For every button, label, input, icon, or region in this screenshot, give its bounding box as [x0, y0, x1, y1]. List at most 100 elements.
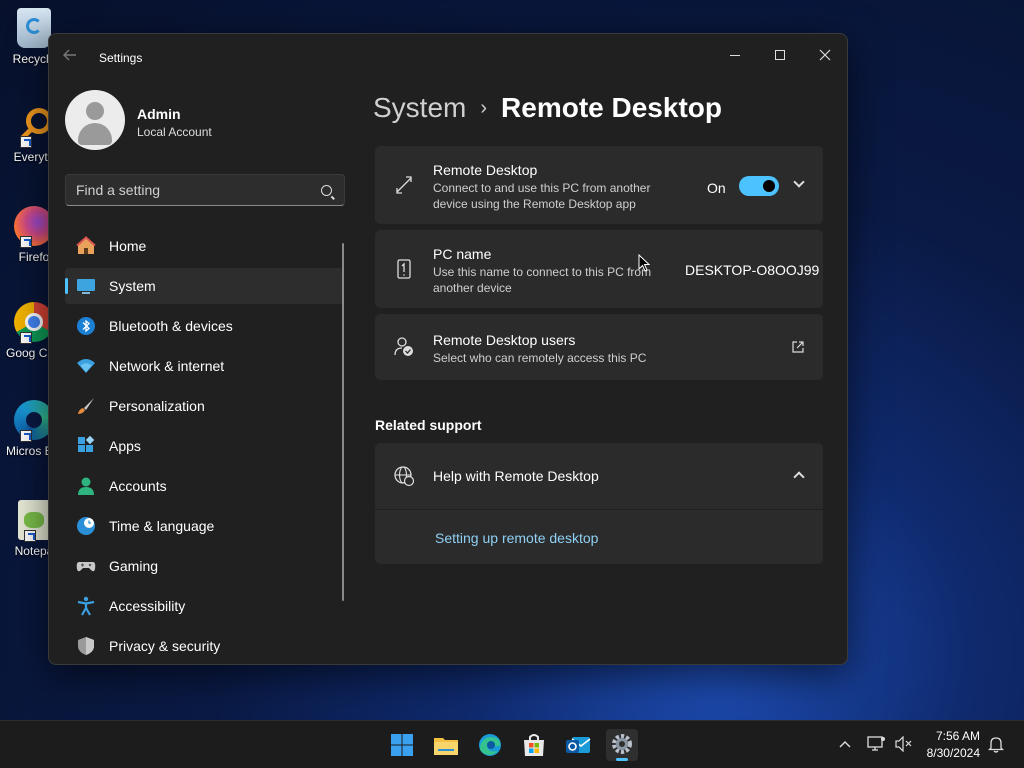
sidebar-item-network[interactable]: Network & internet	[65, 348, 343, 384]
pc-name-card: PC name Use this name to connect to this…	[375, 230, 823, 308]
gamepad-icon	[76, 562, 96, 572]
sidebar-item-accessibility[interactable]: Accessibility	[65, 588, 343, 624]
close-button[interactable]	[805, 40, 845, 68]
remote-desktop-card[interactable]: Remote Desktop Connect to and use this P…	[375, 146, 823, 224]
toggle-state-label: On	[707, 180, 726, 196]
minimize-icon	[730, 54, 740, 56]
title-bar: Settings	[49, 34, 847, 80]
windows-logo-icon	[391, 734, 413, 756]
rd-users-title: Remote Desktop users	[433, 332, 576, 348]
related-support-heading: Related support	[375, 417, 482, 433]
remote-desktop-toggle[interactable]	[739, 176, 779, 196]
outlook-icon	[566, 737, 591, 753]
sidebar-item-personalization[interactable]: Personalization	[65, 388, 343, 424]
users-check-icon	[394, 337, 413, 356]
sidebar-item-gaming[interactable]: Gaming	[65, 548, 343, 584]
taskbar-time[interactable]: 7:56 AM	[936, 729, 980, 743]
sidebar-item-privacy-security[interactable]: Privacy & security	[65, 628, 343, 664]
start-button[interactable]	[386, 729, 418, 761]
volume-muted-icon[interactable]	[894, 736, 912, 752]
system-icon	[77, 279, 95, 294]
taskbar-outlook[interactable]	[562, 729, 594, 761]
folder-icon	[434, 738, 458, 755]
sidebar-item-label: Time & language	[109, 518, 215, 534]
sidebar-scrollbar[interactable]	[342, 243, 344, 601]
setting-up-remote-desktop-link[interactable]: Setting up remote desktop	[435, 530, 598, 546]
open-external-icon[interactable]	[791, 340, 805, 354]
avatar[interactable]	[65, 90, 125, 150]
sidebar-item-label: System	[109, 278, 156, 294]
store-icon	[524, 734, 544, 756]
mouse-cursor-icon	[638, 254, 650, 272]
help-remote-desktop-card[interactable]: Help with Remote Desktop	[375, 443, 823, 509]
sidebar-item-label: Privacy & security	[109, 638, 221, 654]
taskbar-date[interactable]: 8/30/2024	[927, 746, 980, 760]
apps-icon	[78, 436, 95, 452]
sidebar-item-label: Home	[109, 238, 147, 254]
notepad-icon	[18, 500, 50, 542]
user-account-type: Local Account	[137, 125, 212, 139]
sidebar-item-system[interactable]: System	[65, 268, 343, 304]
window-title: Settings	[99, 51, 143, 65]
page-title: Remote Desktop	[501, 92, 722, 123]
pc-name-title: PC name	[433, 246, 492, 262]
settings-window: Settings Admin Local Account Home System…	[48, 33, 848, 665]
clock-globe-icon	[77, 517, 95, 535]
taskbar-settings[interactable]	[606, 729, 638, 761]
user-name: Admin	[137, 106, 181, 122]
shield-icon	[78, 637, 94, 655]
sidebar-item-time-language[interactable]: Time & language	[65, 508, 343, 544]
globe-help-icon	[394, 466, 415, 487]
chevron-up-icon[interactable]	[793, 471, 805, 483]
breadcrumb: System › Remote Desktop	[373, 92, 722, 124]
sidebar-item-bluetooth[interactable]: Bluetooth & devices	[65, 308, 343, 344]
sidebar-nav: Home System Bluetooth & devices Network …	[65, 228, 343, 664]
remote-desktop-title: Remote Desktop	[433, 162, 538, 178]
brush-icon	[78, 398, 94, 414]
active-app-indicator	[616, 758, 628, 761]
remote-desktop-description: Connect to and use this PC from another …	[433, 181, 651, 211]
maximize-button[interactable]	[760, 40, 800, 68]
sidebar-item-label: Gaming	[109, 558, 159, 574]
help-title: Help with Remote Desktop	[433, 468, 599, 484]
taskbar-store[interactable]	[518, 729, 550, 761]
rd-users-description: Select who can remotely access this PC	[433, 351, 647, 365]
pc-name-description: Use this name to connect to this PC from…	[433, 265, 652, 295]
pc-tower-icon	[397, 259, 411, 279]
arrow-left-icon	[63, 49, 76, 61]
taskbar-file-explorer[interactable]	[430, 729, 462, 761]
network-icon[interactable]	[866, 735, 886, 753]
home-icon	[76, 236, 96, 254]
minimize-button[interactable]	[715, 40, 755, 68]
sidebar-item-label: Bluetooth & devices	[109, 318, 233, 334]
sidebar-item-home[interactable]: Home	[65, 228, 343, 264]
chevron-up-icon[interactable]	[838, 739, 852, 749]
accessibility-icon	[77, 596, 95, 616]
remote-desktop-icon	[396, 176, 412, 194]
recycle-bin-icon	[17, 8, 51, 48]
sidebar-item-label: Apps	[109, 438, 141, 454]
person-icon	[78, 477, 94, 495]
taskbar-edge[interactable]	[474, 729, 506, 761]
back-button[interactable]	[63, 48, 83, 68]
sidebar-item-accounts[interactable]: Accounts	[65, 468, 343, 504]
sidebar-item-apps[interactable]: Apps	[65, 428, 343, 464]
sidebar-item-label: Network & internet	[109, 358, 225, 374]
bluetooth-icon	[77, 317, 95, 335]
breadcrumb-parent[interactable]: System	[373, 92, 466, 124]
sidebar-item-label: Accessibility	[109, 598, 186, 614]
search-icon[interactable]	[321, 185, 332, 196]
notification-bell-icon[interactable]	[988, 735, 1004, 753]
sidebar-item-label: Personalization	[109, 398, 205, 414]
search-input[interactable]	[76, 182, 306, 198]
gear-icon	[612, 734, 632, 754]
chevron-right-icon: ›	[480, 96, 488, 119]
maximize-icon	[775, 50, 785, 61]
chevron-down-icon[interactable]	[793, 176, 805, 188]
taskbar: 7:56 AM 8/30/2024	[0, 720, 1024, 768]
sidebar-item-label: Accounts	[109, 478, 167, 494]
remote-desktop-users-card[interactable]: Remote Desktop users Select who can remo…	[375, 314, 823, 380]
help-links-panel: Setting up remote desktop	[375, 510, 823, 564]
search-box[interactable]	[65, 174, 345, 206]
wifi-icon	[77, 359, 95, 373]
